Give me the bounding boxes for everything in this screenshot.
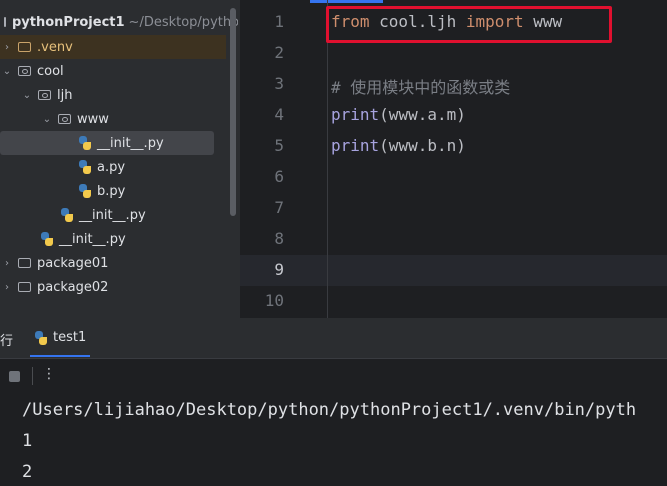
chevron-down-icon[interactable]: ⌄ [20,90,34,101]
tree-item-package01[interactable]: › package01 [0,251,226,275]
project-tool-window: pythonProject1 ~/Desktop/pytho › .venv ⌄… [0,0,238,318]
code-editor[interactable]: 1 2 3 4 5 6 7 8 9 10 from cool.ljh impor… [240,0,667,318]
tree-item-a-py[interactable]: a.py [0,155,226,179]
project-root[interactable]: pythonProject1 ~/Desktop/pytho [0,10,238,34]
run-header: 行 test1 [0,318,667,359]
python-file-icon [40,232,54,246]
tree-item-label: b.py [97,183,126,199]
folder-icon [18,282,31,292]
tree-item-label: package01 [37,255,109,271]
annotation-highlight-box [326,6,612,43]
package-icon [18,66,31,76]
call-args: (www.a.m) [379,105,466,124]
tree-item-ljh-init[interactable]: __init__.py [0,203,226,227]
chevron-down-icon[interactable]: ⌄ [0,66,14,77]
run-tab-test1[interactable]: test1 [34,330,86,345]
console-line: 1 [22,431,33,451]
more-options-icon[interactable]: ⋮ [42,366,56,382]
tree-item-b-py[interactable]: b.py [0,179,226,203]
tree-item-label: www [77,111,109,127]
gutter-separator [327,0,328,318]
console-line: 2 [22,462,33,482]
console-line: /Users/lijiahao/Desktop/python/pythonPro… [22,400,637,420]
tree-item-cool-init[interactable]: __init__.py [0,227,226,251]
line-number: 4 [274,105,284,124]
code-line-5[interactable]: print(www.b.n) [331,136,466,155]
tree-item-label: __init__.py [79,207,146,223]
line-number: 5 [274,136,284,155]
package-icon [58,114,71,124]
folder-icon [18,42,31,52]
run-tab-label: test1 [53,330,87,345]
tree-item-label: ljh [57,87,73,103]
line-number: 6 [274,167,284,186]
chevron-right-icon[interactable]: › [0,42,14,53]
builtin-print: print [331,105,380,124]
line-number-current: 9 [274,260,284,279]
tree-item-venv[interactable]: › .venv [0,35,226,59]
line-number: 2 [274,43,284,62]
line-number: 10 [264,291,284,310]
tree-item-label: __init__.py [97,135,164,151]
package-icon [38,90,51,100]
chevron-right-icon[interactable]: › [0,282,14,293]
project-root-path: ~/Desktop/pytho [128,14,238,30]
line-number: 8 [274,229,284,248]
python-file-icon [78,184,92,198]
tree-item-label: __init__.py [59,231,126,247]
tree-item-www[interactable]: ⌄ www [0,107,226,131]
python-file-icon [78,160,92,174]
tree-scrollbar[interactable] [230,8,236,216]
tree-item-label: .venv [37,39,73,55]
tree-item-package02[interactable]: › package02 [0,275,226,299]
tree-item-label: a.py [97,159,126,175]
builtin-print: print [331,136,380,155]
python-run-icon [34,330,48,345]
run-panel-label: 行 [0,334,14,349]
editor-tab-indicator [310,0,383,3]
line-number: 7 [274,198,284,217]
chevron-right-icon[interactable]: › [0,258,14,269]
tree-item-cool[interactable]: ⌄ cool [0,59,226,83]
code-line-3[interactable]: # 使用模块中的函数或类 [331,74,510,98]
code-line-4[interactable]: print(www.a.m) [331,105,466,124]
tree-item-label: package02 [37,279,109,295]
current-line-highlight [240,255,667,286]
stop-icon[interactable] [9,371,20,382]
project-root-name: pythonProject1 [12,14,125,30]
chevron-down-icon[interactable]: ⌄ [40,114,54,125]
tree-item-www-init[interactable]: __init__.py [0,131,214,155]
call-args: (www.b.n) [379,136,466,155]
python-file-icon [78,136,92,150]
folder-icon [18,258,31,268]
run-tab-indicator [30,355,90,357]
line-number: 3 [274,74,284,93]
folder-icon [4,17,6,27]
run-tool-window: 行 test1 ⋮ /Users/lijiahao/Desktop/python… [0,318,667,486]
run-toolbar [0,359,667,391]
python-file-icon [60,208,74,222]
line-number: 1 [274,12,284,31]
tree-item-ljh[interactable]: ⌄ ljh [0,83,226,107]
tree-item-label: cool [37,63,64,79]
toolbar-separator [32,367,33,385]
